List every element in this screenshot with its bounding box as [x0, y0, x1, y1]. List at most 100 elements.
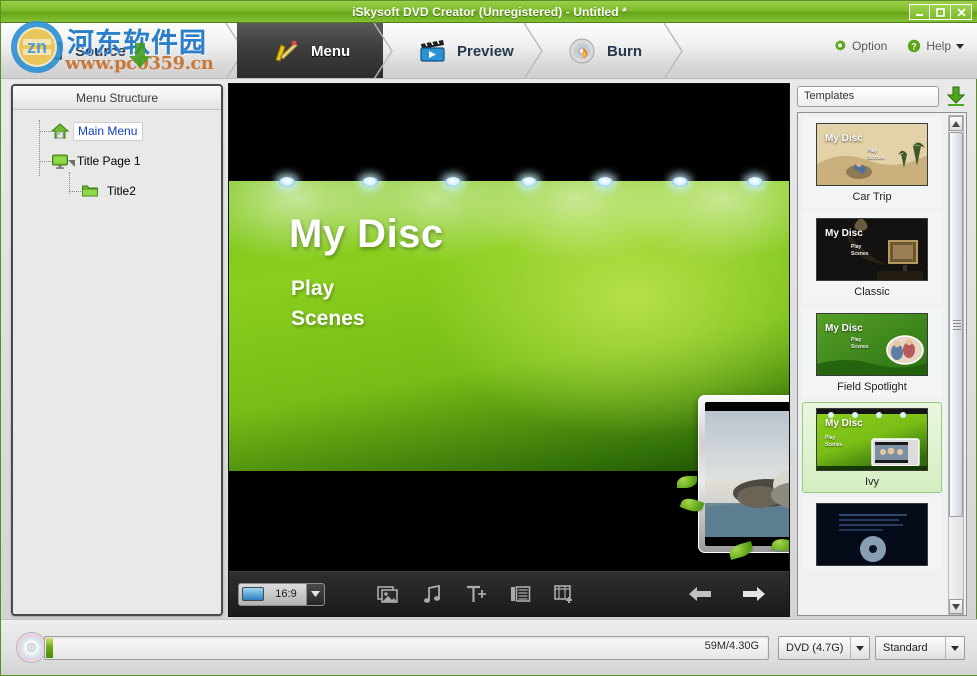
- music-note-icon[interactable]: [421, 583, 443, 605]
- download-arrow-icon[interactable]: [945, 85, 967, 107]
- title-bar: iSkysoft DVD Creator (Unregistered) - Un…: [1, 1, 977, 23]
- triangle-down-icon: [952, 604, 960, 610]
- add-frame-icon[interactable]: [553, 583, 575, 605]
- menu-preview-area: My Disc Play Scenes: [229, 84, 789, 616]
- tab-burn-label: Burn: [607, 43, 642, 60]
- page-navigation: [687, 585, 767, 603]
- tab-source-label: Source: [75, 43, 126, 60]
- tree-item-title2[interactable]: Title2: [81, 180, 221, 202]
- template-card-classic[interactable]: My Disc PlayScenes Classic: [802, 212, 942, 303]
- minimize-icon: [914, 7, 925, 18]
- spotlight: [597, 177, 613, 187]
- tab-burn[interactable]: Burn: [533, 23, 673, 79]
- scroll-down-button[interactable]: [949, 599, 963, 614]
- menu-canvas[interactable]: My Disc Play Scenes: [229, 84, 789, 571]
- chevron-down-icon[interactable]: [850, 637, 869, 659]
- arrow-left-icon[interactable]: [687, 585, 713, 603]
- option-button[interactable]: Option: [833, 39, 887, 53]
- spotlight: [521, 177, 537, 187]
- application-window: iSkysoft DVD Creator (Unregistered) - Un…: [0, 0, 977, 676]
- spotlight: [445, 177, 461, 187]
- chevron-down-icon[interactable]: [945, 637, 964, 659]
- template-title: My Disc: [825, 323, 863, 334]
- template-subtitle: PlayScenes: [825, 435, 843, 449]
- disc-capacity-fill: [46, 638, 53, 658]
- template-name: Car Trip: [807, 191, 937, 204]
- menu-edit-toolbar: 16:9: [229, 571, 789, 616]
- leaf-decoration: [677, 476, 697, 488]
- triangle-up-icon: [952, 121, 960, 127]
- thumbnail-frame[interactable]: [698, 395, 789, 553]
- scroll-up-button[interactable]: [949, 116, 963, 131]
- template-card-partial[interactable]: [802, 497, 942, 570]
- templates-scroll-content: My Disc PlayScenes Car Trip: [798, 113, 946, 615]
- template-title: My Disc: [825, 133, 863, 144]
- template-thumbnail: My Disc PlayScenes: [816, 313, 928, 376]
- templates-search-input[interactable]: Templates: [797, 86, 939, 107]
- tab-menu-label: Menu: [311, 43, 350, 60]
- menu-structure-header: Menu Structure: [13, 86, 221, 110]
- arrow-right-icon[interactable]: [741, 585, 767, 603]
- tree-item-label: Title Page 1: [73, 153, 146, 170]
- maximize-icon: [935, 7, 946, 18]
- clapperboard-play-icon: [417, 36, 447, 66]
- tab-preview[interactable]: Preview: [383, 23, 533, 79]
- gear-icon: [833, 39, 847, 53]
- pencil-edit-icon: [271, 36, 301, 66]
- template-subtitle: PlayScenes: [851, 244, 869, 258]
- home-icon: [51, 122, 69, 140]
- templates-scrollbar[interactable]: [948, 115, 964, 615]
- template-card-field-spotlight[interactable]: My Disc PlayScenes Field Spotlight: [802, 307, 942, 398]
- toolbar-buttons: [377, 583, 575, 605]
- option-label: Option: [852, 39, 887, 53]
- template-thumbnail: My Disc PlayScenes: [816, 123, 928, 186]
- menu-structure-tree: Main Menu Title Page 1: [13, 110, 221, 202]
- text-plus-icon[interactable]: [465, 583, 487, 605]
- disc-flame-icon: [567, 36, 597, 66]
- scrollbar-grip: [953, 320, 961, 330]
- grid-layout-icon[interactable]: [509, 583, 531, 605]
- help-button[interactable]: ? Help: [907, 39, 964, 53]
- menu-title-text[interactable]: My Disc: [289, 212, 444, 257]
- quality-value: Standard: [876, 642, 945, 654]
- screen-icon: [242, 587, 264, 601]
- spotlight: [362, 177, 378, 187]
- expander-collapse-icon[interactable]: [67, 157, 76, 166]
- template-card-car-trip[interactable]: My Disc PlayScenes Car Trip: [802, 117, 942, 208]
- template-subtitle: PlayScenes: [851, 337, 869, 351]
- disc-type-select[interactable]: DVD (4.7G): [778, 636, 870, 660]
- template-subtitle: PlayScenes: [867, 148, 885, 162]
- window-title: iSkysoft DVD Creator (Unregistered) - Un…: [1, 1, 977, 23]
- tab-menu[interactable]: Menu: [237, 23, 383, 79]
- thumbnail-photo: [705, 411, 789, 537]
- tab-source[interactable]: Source: [1, 23, 237, 79]
- step-separator-4: [663, 23, 685, 79]
- tree-connector: [69, 191, 81, 192]
- tree-item-title-page-1[interactable]: Title Page 1: [51, 150, 221, 172]
- aspect-ratio-value: 16:9: [271, 588, 301, 600]
- close-icon: [956, 7, 967, 18]
- aspect-ratio-selector[interactable]: 16:9: [238, 583, 325, 606]
- template-thumbnail: [816, 503, 928, 566]
- spotlight: [279, 177, 295, 187]
- maximize-button[interactable]: [930, 4, 951, 20]
- tree-item-main-menu[interactable]: Main Menu: [51, 120, 221, 142]
- template-card-ivy[interactable]: My Disc PlayScenes Ivy: [802, 402, 942, 493]
- quality-select[interactable]: Standard: [875, 636, 965, 660]
- close-button[interactable]: [951, 4, 972, 20]
- menu-item-play[interactable]: Play: [291, 274, 365, 304]
- template-thumbnail: My Disc PlayScenes: [816, 218, 928, 281]
- menu-items-list: Play Scenes: [291, 274, 365, 334]
- scrollbar-thumb[interactable]: [949, 132, 963, 517]
- step-navigation-bar: Source Menu: [1, 23, 977, 79]
- templates-header: Templates: [797, 84, 967, 108]
- tree-item-label: Title2: [103, 183, 141, 200]
- film-source-icon: [35, 36, 65, 66]
- menu-item-scenes[interactable]: Scenes: [291, 304, 365, 334]
- help-label: Help: [926, 39, 951, 53]
- picture-stack-icon[interactable]: [377, 583, 399, 605]
- chevron-down-icon[interactable]: [306, 584, 324, 605]
- template-name: Field Spotlight: [807, 381, 937, 394]
- minimize-button[interactable]: [909, 4, 930, 20]
- template-title: My Disc: [825, 418, 863, 429]
